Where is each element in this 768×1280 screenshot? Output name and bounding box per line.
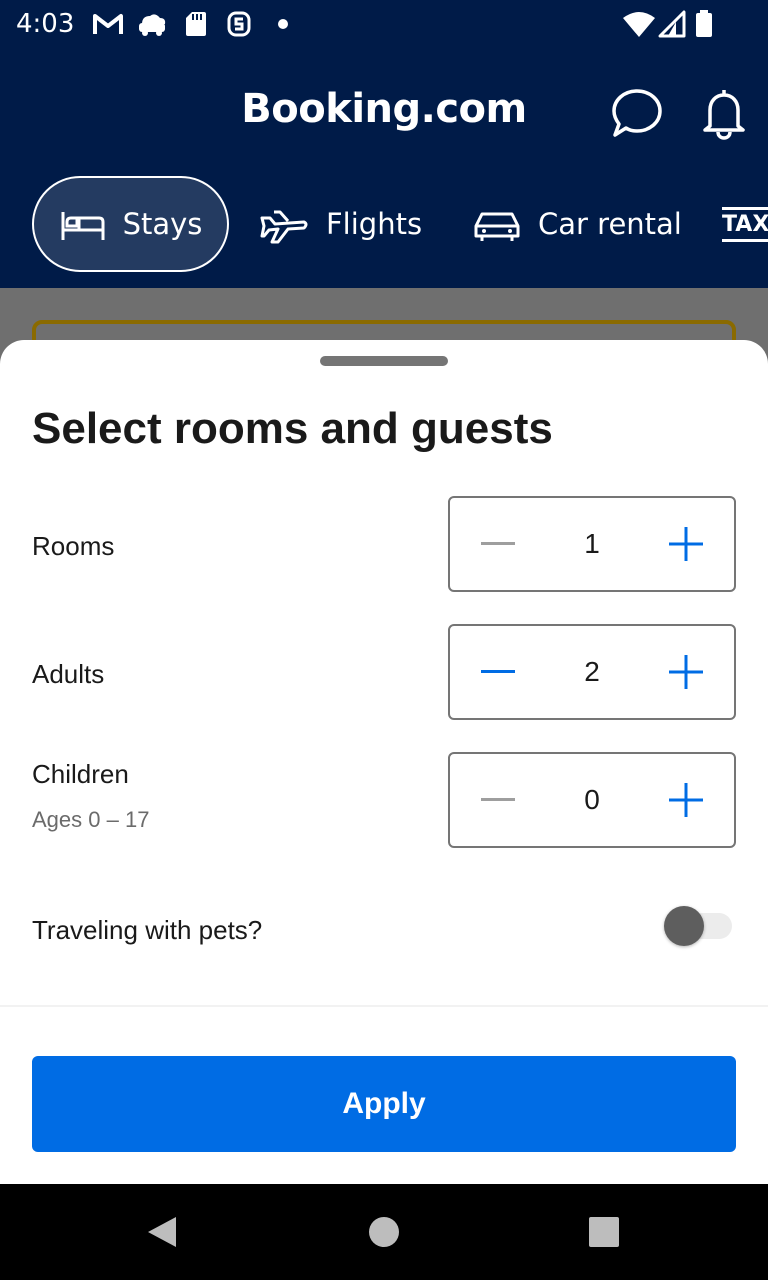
children-stepper: 0: [448, 752, 736, 848]
minus-icon: [481, 670, 515, 673]
recents-button[interactable]: [572, 1184, 636, 1280]
rooms-label: Rooms: [32, 531, 115, 561]
travel-tabs: Stays Flights Car rental TAXI: [0, 176, 768, 272]
app-header: Booking.com Stays Flights Car rental TAX: [0, 48, 768, 288]
wifi-icon: [623, 12, 655, 37]
plus-icon: [669, 527, 703, 561]
minus-icon: [481, 542, 515, 545]
rooms-value: 1: [584, 528, 600, 559]
tab-label: Flights: [326, 207, 423, 241]
signal-icon: [658, 10, 686, 38]
tab-taxi[interactable]: TAXI: [722, 176, 768, 272]
footer-divider: [0, 1005, 768, 1007]
toggle-thumb: [664, 906, 704, 946]
car-icon: [474, 212, 520, 241]
s-icon: [227, 11, 251, 37]
adults-stepper: 2: [448, 624, 736, 720]
sd-card-icon: [186, 12, 206, 36]
tab-label: Car rental: [538, 207, 682, 241]
back-icon: [148, 1217, 176, 1247]
battery-icon: [696, 10, 712, 37]
cloud-car-icon: [139, 14, 166, 36]
children-age-hint: Ages 0 – 17: [32, 807, 150, 832]
rooms-stepper: 1: [448, 496, 736, 592]
apply-button[interactable]: Apply: [32, 1056, 736, 1152]
plus-icon: [669, 783, 703, 817]
status-time: 4:03: [16, 9, 75, 39]
home-button[interactable]: [352, 1184, 416, 1280]
plus-icon: [669, 655, 703, 689]
taxi-icon: TAXI: [722, 206, 768, 242]
children-decrement-button[interactable]: [450, 754, 546, 846]
adults-decrement-button[interactable]: [450, 626, 546, 718]
tab-flights[interactable]: Flights: [260, 176, 422, 272]
plane-icon: [260, 210, 308, 244]
dot-icon: [278, 19, 288, 29]
tab-car-rental[interactable]: Car rental: [472, 176, 682, 272]
drag-handle[interactable]: [320, 356, 448, 366]
sheet-title: Select rooms and guests: [32, 404, 553, 453]
adults-value: 2: [584, 656, 600, 687]
pets-label: Traveling with pets?: [32, 915, 263, 945]
recents-icon: [589, 1217, 619, 1247]
minus-icon: [481, 798, 515, 801]
children-value: 0: [584, 784, 600, 815]
status-bar: 4:03: [0, 0, 768, 48]
bed-icon: [61, 212, 105, 240]
rooms-guests-sheet: Select rooms and guests Rooms 1 Adults 2…: [0, 340, 768, 1184]
rooms-increment-button[interactable]: [638, 498, 734, 590]
chat-icon[interactable]: [610, 86, 664, 140]
children-increment-button[interactable]: [638, 754, 734, 846]
gmail-icon: [93, 14, 123, 34]
system-nav-bar: [0, 1184, 768, 1280]
bell-icon[interactable]: [700, 86, 748, 140]
rooms-decrement-button[interactable]: [450, 498, 546, 590]
children-label: Children: [32, 759, 129, 789]
tab-label: Stays: [122, 207, 203, 241]
home-icon: [369, 1217, 399, 1247]
adults-increment-button[interactable]: [638, 626, 734, 718]
adults-label: Adults: [32, 659, 105, 689]
pets-toggle[interactable]: [664, 905, 732, 947]
back-button[interactable]: [130, 1184, 194, 1280]
tab-stays[interactable]: Stays: [32, 176, 229, 272]
